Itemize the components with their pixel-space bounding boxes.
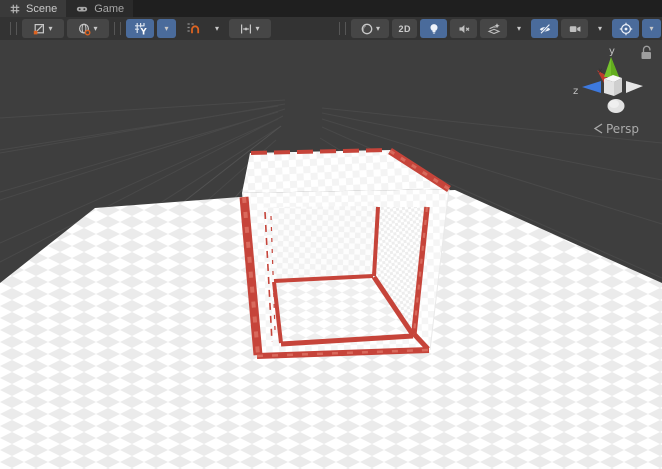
chevron-down-icon: ▾	[92, 25, 98, 33]
drag-handle[interactable]	[114, 22, 121, 35]
effects-dropdown[interactable]: ▾	[510, 19, 528, 38]
axis-cone-negative-right[interactable]	[626, 81, 643, 93]
audio-toggle-button[interactable]	[450, 19, 477, 38]
tool-settings-overlay: ▾ ▾ Y ▾	[8, 19, 271, 38]
snap-magnet-icon	[185, 21, 200, 36]
gizmos-icon	[619, 22, 633, 36]
voxel-cube	[242, 150, 449, 358]
grid-snapping-button[interactable]	[179, 19, 205, 38]
axis-cone-z[interactable]	[582, 81, 601, 93]
2d-toggle-button[interactable]: 2D	[392, 19, 417, 38]
shaded-mode-icon	[360, 22, 374, 36]
drag-handle[interactable]	[10, 22, 17, 35]
eye-hidden-icon	[538, 22, 552, 36]
tab-bar: Scene Game	[0, 0, 662, 17]
axis-label-z[interactable]: z	[573, 86, 578, 97]
tab-game[interactable]: Game	[66, 0, 133, 17]
grid-visibility-button[interactable]: Y	[126, 19, 154, 38]
scene-lighting-button[interactable]	[420, 19, 447, 38]
gizmos-button[interactable]	[612, 19, 639, 38]
increment-snap-button[interactable]: ▾	[229, 19, 271, 38]
effects-icon	[487, 22, 501, 36]
projection-toggle[interactable]: Persp	[595, 122, 639, 136]
pivot-icon	[32, 22, 46, 36]
axis-label-y[interactable]: y	[609, 46, 615, 57]
chevron-down-icon: ▾	[254, 25, 260, 33]
cube-inner-back-wall	[263, 206, 379, 281]
tab-scene[interactable]: Scene	[0, 0, 66, 17]
camera-settings-dropdown[interactable]: ▾	[591, 19, 609, 38]
gamepad-icon	[75, 3, 89, 15]
chevron-down-icon: ▾	[648, 25, 654, 33]
chevron-down-icon: ▾	[47, 25, 53, 33]
drag-handle[interactable]	[339, 22, 346, 35]
tab-game-label: Game	[94, 3, 124, 15]
lock-icon[interactable]	[642, 46, 652, 59]
grid-visibility-dropdown[interactable]: ▾	[157, 19, 176, 38]
draw-mode-button[interactable]: ▾	[351, 19, 389, 38]
audio-mute-icon	[457, 22, 471, 36]
scene-visibility-button[interactable]	[531, 19, 558, 38]
grid-icon	[9, 3, 21, 15]
global-icon	[77, 22, 91, 36]
chevron-down-icon: ▾	[163, 25, 169, 33]
scene-viewport[interactable]: y x z Persp	[0, 40, 662, 469]
camera-icon	[568, 22, 582, 36]
2d-label: 2D	[398, 24, 411, 34]
gizmo-center-cube[interactable]	[604, 75, 622, 96]
grid-snapping-dropdown[interactable]: ▾	[208, 19, 226, 38]
axis-label-x[interactable]: x	[598, 66, 603, 75]
grid-axis-y-icon: Y	[133, 21, 148, 36]
camera-settings-button[interactable]	[561, 19, 588, 38]
chevron-down-icon: ▾	[516, 25, 522, 33]
handle-rotation-button[interactable]: ▾	[67, 19, 109, 38]
tab-scene-label: Scene	[26, 3, 57, 15]
gizmos-dropdown[interactable]: ▾	[642, 19, 661, 38]
view-options-overlay: ▾ 2D	[337, 19, 661, 38]
chevron-down-icon: ▾	[375, 25, 381, 33]
lightbulb-icon	[427, 22, 441, 36]
handle-position-button[interactable]: ▾	[22, 19, 64, 38]
increment-snap-icon	[239, 22, 253, 36]
unity-scene-view-window: Scene Game ▾	[0, 0, 662, 469]
orientation-gizmo[interactable]: y x z	[573, 46, 643, 113]
scene-toolbar: ▾ ▾ Y ▾	[0, 17, 662, 41]
effects-button[interactable]	[480, 19, 507, 38]
projection-label[interactable]: Persp	[606, 122, 639, 136]
scene-canvas[interactable]: y x z Persp	[0, 40, 662, 469]
chevron-down-icon: ▾	[597, 25, 603, 33]
chevron-down-icon: ▾	[214, 25, 220, 33]
chevron-left-icon	[595, 124, 602, 133]
grid-axis-label: Y	[139, 28, 147, 37]
